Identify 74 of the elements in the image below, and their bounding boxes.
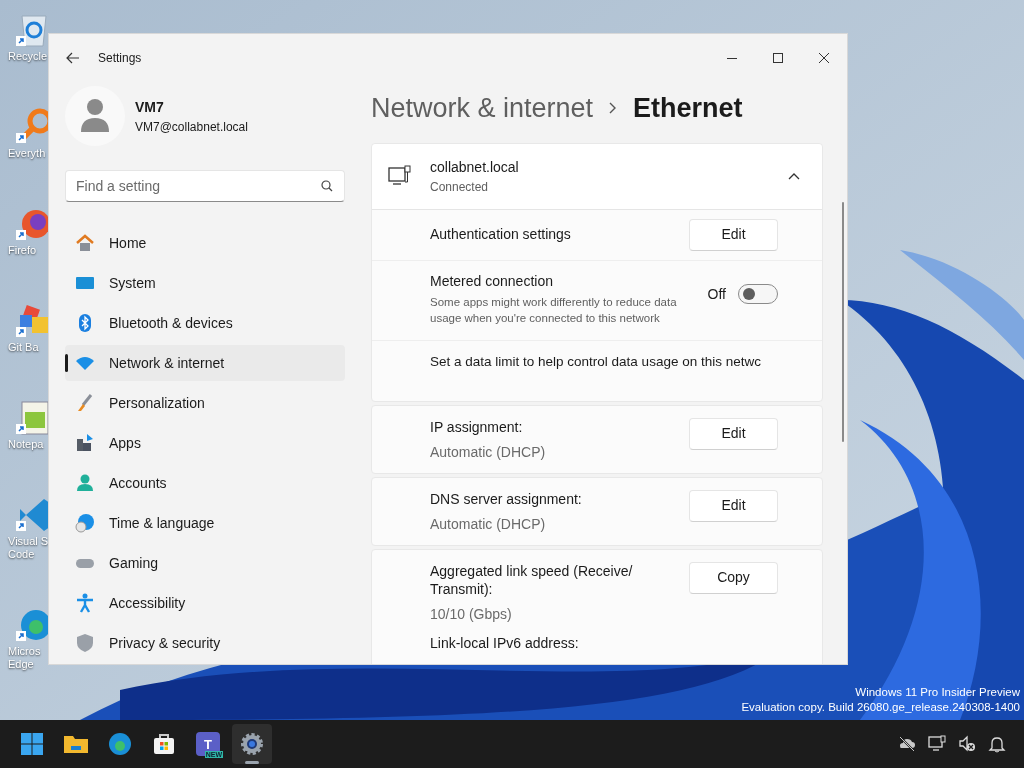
- close-icon: [819, 53, 829, 63]
- nav-item[interactable]: Bluetooth & devices: [65, 305, 345, 341]
- back-arrow-icon: [66, 52, 80, 64]
- nav-item[interactable]: Accessibility: [65, 585, 345, 621]
- nav-item[interactable]: System: [65, 265, 345, 301]
- setting-description: Some apps might work differently to reduce data usage when you're connected to this network: [430, 294, 678, 326]
- apps-icon: [75, 433, 95, 453]
- windows-logo-icon: [20, 732, 44, 756]
- breadcrumb-parent[interactable]: Network & internet: [371, 88, 594, 129]
- privacy-icon: [75, 633, 95, 653]
- connection-name: collabnet.local: [430, 157, 519, 177]
- minimize-icon: [727, 57, 737, 59]
- nav-item[interactable]: Time & language: [65, 505, 345, 541]
- shortcut-label: Micros: [8, 645, 41, 658]
- property-value: 10/10 (Gbps): [430, 604, 513, 623]
- setting-label: Metered connection: [430, 271, 554, 291]
- user-name: VM7: [135, 97, 165, 117]
- bell-icon[interactable]: [988, 735, 1006, 753]
- active-indicator: [245, 761, 259, 764]
- toggle-state-label: Off: [707, 284, 726, 304]
- watermark-text: Evaluation copy. Build 26080.ge_release.240308-1400: [741, 700, 1020, 715]
- property-value: Automatic (DHCP): [430, 442, 547, 461]
- property-label: Aggregated link speed (Receive/ Transmit):: [430, 561, 634, 598]
- maximize-icon: [773, 53, 783, 63]
- window-title: Settings: [98, 50, 142, 67]
- home-icon: [75, 233, 95, 253]
- browser-icon: [107, 731, 133, 757]
- person-silhouette-icon: [80, 98, 110, 134]
- connection-status: Connected: [430, 178, 490, 196]
- personalization-icon: [75, 393, 95, 413]
- shortcut-label: Code: [8, 548, 35, 561]
- user-email: VM7@collabnet.local: [135, 118, 248, 136]
- shortcut-label: Git Ba: [8, 341, 39, 354]
- setting-label: Authentication settings: [430, 225, 571, 244]
- selection-indicator: [65, 354, 68, 372]
- nav-item[interactable]: Accounts: [65, 465, 345, 501]
- property-label: Link-local IPv6 address:: [430, 634, 579, 651]
- time-icon: [75, 513, 95, 533]
- property-label: IP assignment:: [430, 417, 524, 436]
- monitor-icon[interactable]: [928, 735, 946, 753]
- accounts-icon: [75, 473, 95, 493]
- wired-network-icon: [388, 165, 412, 187]
- speaker-muted-icon[interactable]: [958, 735, 976, 753]
- property-label: DNS server assignment:: [430, 489, 583, 508]
- action-button[interactable]: Copy: [689, 561, 778, 594]
- toggle-switch[interactable]: [738, 284, 778, 304]
- chevron-up-icon: [788, 172, 800, 180]
- page-title: Ethernet: [633, 92, 743, 125]
- watermark-text: Windows 11 Pro Insider Preview: [855, 685, 1020, 700]
- shortcut-label: Notepa: [8, 438, 44, 451]
- scrollbar-thumb[interactable]: [842, 202, 844, 442]
- shortcut-label: Visual S: [8, 535, 49, 548]
- nav-item[interactable]: Home: [65, 225, 345, 261]
- shortcut-label: Everyth: [8, 147, 46, 160]
- nav-item[interactable]: Personalization: [65, 385, 345, 421]
- action-button[interactable]: Edit: [689, 218, 778, 251]
- chevron-right-icon: [609, 102, 618, 115]
- shortcut-label: Recycle: [8, 50, 48, 63]
- action-button[interactable]: Edit: [689, 489, 778, 522]
- nav-item[interactable]: Apps: [65, 425, 345, 461]
- property-value: Automatic (DHCP): [430, 514, 547, 533]
- action-button[interactable]: Edit: [689, 417, 778, 450]
- cloud-off-icon[interactable]: [898, 735, 916, 753]
- search-icon: [321, 180, 333, 192]
- search-field[interactable]: Find a setting: [65, 170, 345, 202]
- accessibility-icon: [75, 593, 95, 613]
- data-limit-text: Set a data limit to help control data usage on this netwc: [430, 353, 761, 369]
- shopping-bag-icon: [152, 732, 176, 756]
- shortcut-label: Firefo: [8, 244, 37, 257]
- nav-item[interactable]: Gaming: [65, 545, 345, 581]
- gear-icon: [240, 732, 264, 756]
- nav-item[interactable]: Privacy & security: [65, 625, 345, 661]
- shortcut-label: Edge: [8, 658, 34, 671]
- nav-item[interactable]: Network & internet: [65, 345, 345, 381]
